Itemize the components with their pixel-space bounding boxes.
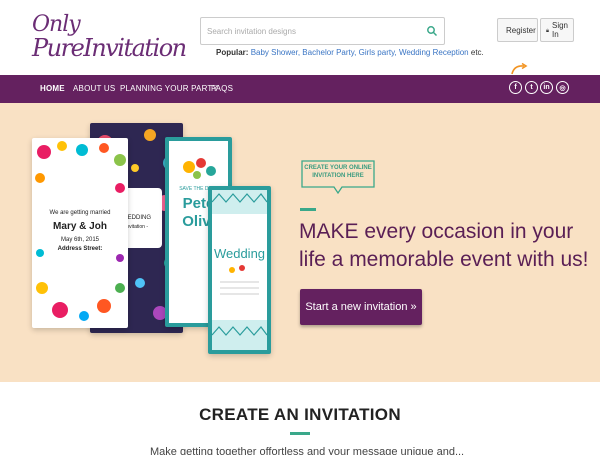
hero-banner: WEDDING Invitation - We are getting marr…: [0, 103, 600, 382]
signin-label: Sign In: [551, 21, 568, 39]
lock-icon: [546, 28, 549, 32]
invitation-card-married[interactable]: We are getting married Mary & Joh May 6t…: [32, 138, 128, 328]
hero-divider: [300, 208, 316, 211]
create-online-invitation-badge: CREATE YOUR ONLINE INVITATION HERE: [304, 165, 372, 179]
teal-pattern-image: [212, 190, 267, 350]
linkedin-icon[interactable]: in: [540, 81, 553, 94]
curved-arrow-icon: [511, 62, 528, 75]
signin-button[interactable]: Sign In: [540, 18, 574, 42]
twitter-icon[interactable]: t: [525, 81, 538, 94]
search-input[interactable]: [201, 18, 421, 44]
section-title: CREATE AN INVITATION: [199, 405, 401, 424]
start-new-invitation-button[interactable]: Start a new invitation »: [300, 289, 422, 325]
popular-link-baby-shower[interactable]: Baby Shower,: [251, 48, 300, 57]
logo-text-pureinvitation: PureInvitation: [32, 34, 187, 62]
search-box: [200, 17, 445, 45]
popular-link-girls-party[interactable]: Girls party,: [359, 48, 397, 57]
facebook-icon[interactable]: f: [509, 81, 522, 94]
card1-date: May 6th, 2015: [60, 237, 100, 243]
popular-link-bachelor-party[interactable]: Bachelor Party,: [302, 48, 356, 57]
nav-faqs[interactable]: FAQS: [211, 84, 233, 93]
nav-about-us[interactable]: ABOUT US: [73, 84, 115, 93]
site-logo[interactable]: Only PureInvitation: [30, 12, 187, 64]
site-header: Only PureInvitation Popular: Baby Shower…: [0, 0, 600, 75]
card1-line1: We are getting married: [49, 210, 111, 216]
register-label: Register: [506, 25, 536, 35]
popular-searches: Popular: Baby Shower, Bachelor Party, Gi…: [216, 48, 484, 57]
main-nav: HOME ABOUT US PLANNING YOUR PARTY FAQS f…: [0, 75, 600, 103]
floral-border-image: [35, 141, 126, 321]
register-button[interactable]: Register: [497, 18, 538, 42]
popular-suffix: etc.: [470, 48, 484, 57]
section-subtitle: Make getting together offortless and you…: [150, 446, 465, 455]
nav-home[interactable]: HOME: [40, 84, 65, 93]
instagram-icon[interactable]: ◎: [556, 81, 569, 94]
popular-label: Popular:: [216, 48, 249, 57]
section-divider: [290, 432, 310, 435]
search-icon[interactable]: [426, 25, 438, 37]
card1-address: Address Street:: [57, 246, 103, 252]
nav-planning-your-party[interactable]: PLANNING YOUR PARTY: [120, 84, 218, 93]
popular-link-wedding-reception[interactable]: Wedding Reception: [399, 48, 469, 57]
invitation-card-wedding-teal[interactable]: Wedding: [208, 186, 271, 354]
card1-names: Mary & Joh: [53, 221, 107, 232]
card4-title: Wedding: [213, 246, 266, 261]
hero-headline: MAKE every occasion in your life a memor…: [299, 220, 589, 271]
